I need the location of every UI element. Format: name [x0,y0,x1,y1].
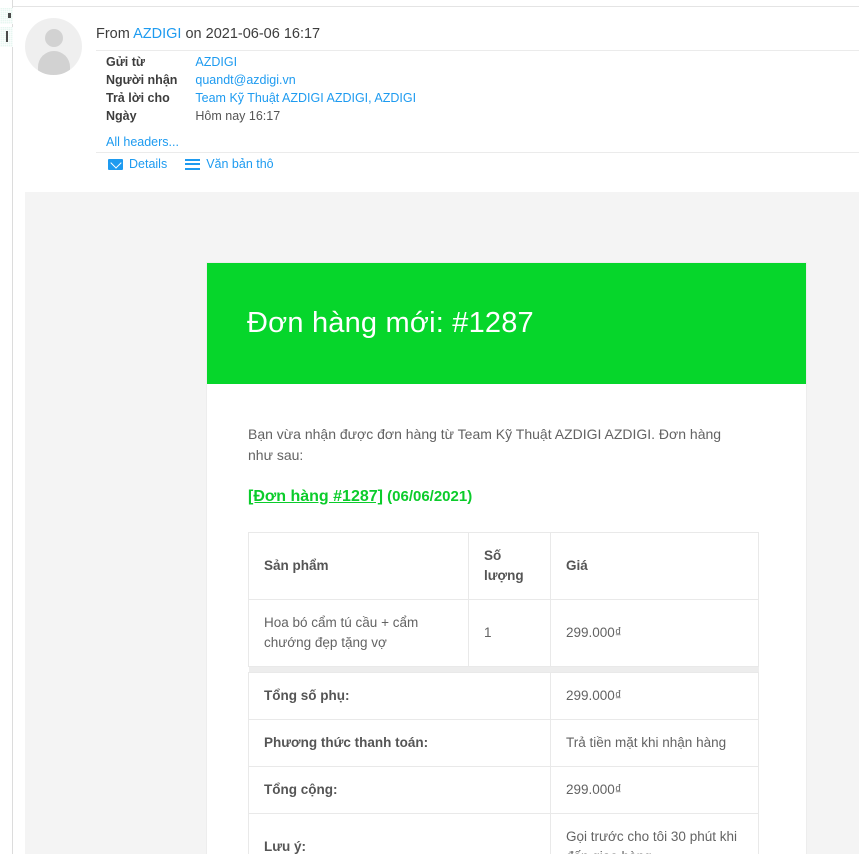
cell-quantity: 1 [469,600,551,667]
header-rule-bottom [96,152,859,153]
totals-label-subtotal: Tổng số phụ: [249,673,551,720]
order-date: (06/06/2021) [387,488,472,505]
plain-text-label: Văn bản thô [206,157,273,171]
avatar-head-shape [45,29,63,47]
message-meta-table: Gửi từ AZDIGI Người nhận quandt@azdigi.v… [106,55,416,127]
totals-value-note: Gọi trước cho tôi 30 phút khi đến giao h… [551,814,759,854]
order-banner: Đơn hàng mới: #1287 [207,263,806,384]
details-button[interactable]: Details [108,157,167,171]
meta-label-recipient: Người nhận [106,73,195,91]
order-detail-link[interactable]: [Đơn hàng #1287] [248,488,383,505]
cell-product-name: Hoa bó cẩm tú cầu + cẩm chướng đẹp tặng … [249,600,469,667]
totals-row-note: Lưu ý: Gọi trước cho tôi 30 phút khi đến… [249,814,759,854]
totals-value-payment-method: Trả tiền mặt khi nhận hàng [551,720,759,767]
meta-value-reply-to[interactable]: Team Kỹ Thuật AZDIGI AZDIGI, AZDIGI [195,91,416,109]
message-body-canvas: Đơn hàng mới: #1287 Bạn vừa nhận được đơ… [25,192,859,854]
from-middle-word: on [185,26,201,42]
order-table-head: Sản phẩm Số lượng Giá [249,533,759,600]
order-link-line: [Đơn hàng #1287] (06/06/2021) [248,488,765,506]
left-rail [0,0,13,854]
details-label: Details [129,157,167,171]
from-sender-link[interactable]: AZDIGI [133,26,181,42]
meta-label-date: Ngày [106,109,195,127]
meta-row-sender: Gửi từ AZDIGI [106,55,416,73]
totals-row-grand-total: Tổng cộng: 299.000₫ [249,767,759,814]
from-line: From AZDIGI on 2021-06-06 16:17 [96,26,320,42]
cell-price: 299.000₫ [551,600,759,667]
totals-value-subtotal: 299.000₫ [551,673,759,720]
meta-row-reply-to: Trả lời cho Team Kỹ Thuật AZDIGI AZDIGI,… [106,91,416,109]
totals-label-payment-method: Phương thức thanh toán: [249,720,551,767]
totals-label-grand-total: Tổng cộng: [249,767,551,814]
meta-label-sender: Gửi từ [106,55,195,73]
envelope-icon [108,159,123,170]
rail-chip-top [0,8,13,24]
all-headers-link[interactable]: All headers... [106,135,179,149]
email-viewer: From AZDIGI on 2021-06-06 16:17 Gửi từ A… [0,0,859,854]
avatar-body-shape [38,51,70,75]
meta-value-date: Hôm nay 16:17 [195,109,416,127]
header-rule-top [96,50,859,51]
message-header: From AZDIGI on 2021-06-06 16:17 Gửi từ A… [13,7,859,192]
totals-value-grand-total: 299.000₫ [551,767,759,814]
plain-text-button[interactable]: Văn bản thô [185,157,273,171]
text-lines-icon [185,159,200,170]
from-prefix: From [96,26,130,42]
meta-label-reply-to: Trả lời cho [106,91,195,109]
rail-marker-upper [8,13,11,18]
meta-value-recipient[interactable]: quandt@azdigi.vn [195,73,416,91]
header-actions: Details Văn bản thô [108,157,274,171]
meta-row-recipient: Người nhận quandt@azdigi.vn [106,73,416,91]
column-header-quantity: Số lượng [469,533,551,600]
order-email-card: Đơn hàng mới: #1287 Bạn vừa nhận được đơ… [207,263,806,854]
from-datetime: 2021-06-06 16:17 [206,26,321,42]
totals-label-note: Lưu ý: [249,814,551,854]
order-intro-text: Bạn vừa nhận được đơn hàng từ Team Kỹ Th… [248,424,728,466]
order-table-body: Hoa bó cẩm tú cầu + cẩm chướng đẹp tặng … [249,600,759,667]
column-header-product: Sản phẩm [249,533,469,600]
meta-row-date: Ngày Hôm nay 16:17 [106,109,416,127]
table-row: Hoa bó cẩm tú cầu + cẩm chướng đẹp tặng … [249,600,759,667]
order-banner-title: Đơn hàng mới: #1287 [247,307,534,340]
column-header-price: Giá [551,533,759,600]
order-totals: Tổng số phụ: 299.000₫ Phương thức thanh … [249,673,759,854]
totals-row-subtotal: Tổng số phụ: 299.000₫ [249,673,759,720]
order-card-content: Bạn vừa nhận được đơn hàng từ Team Kỹ Th… [207,384,806,854]
avatar [25,18,82,75]
totals-row-payment-method: Phương thức thanh toán: Trả tiền mặt khi… [249,720,759,767]
order-items-table: Sản phẩm Số lượng Giá Hoa bó cẩm tú cầu … [248,532,759,854]
meta-value-sender[interactable]: AZDIGI [195,55,416,73]
rail-marker-lower [6,31,8,42]
table-header-row: Sản phẩm Số lượng Giá [249,533,759,600]
